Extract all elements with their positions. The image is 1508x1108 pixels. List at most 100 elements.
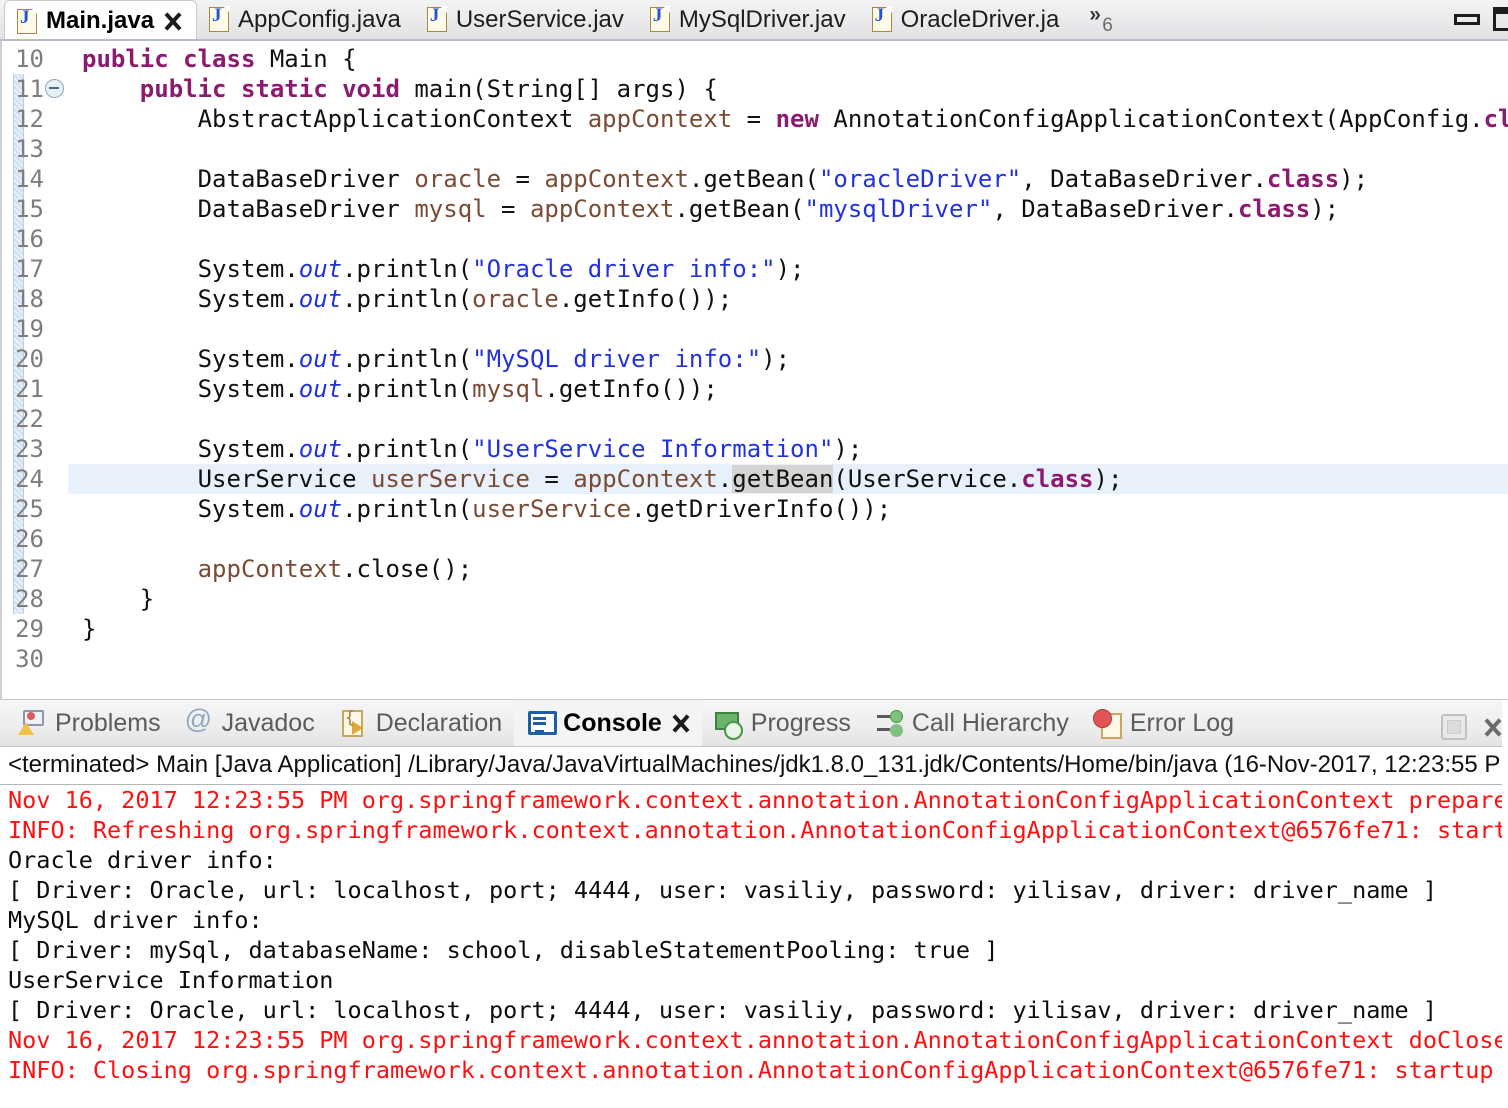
code-line[interactable] <box>68 644 1508 674</box>
line-number: 23 <box>15 434 44 464</box>
view-tab-close-icon[interactable] <box>671 714 690 733</box>
code-token: , DataBaseDriver. <box>1021 165 1267 193</box>
console-process-header: <terminated> Main [Java Application] /Li… <box>0 747 1508 785</box>
line-number: 10 <box>15 44 44 74</box>
code-token: = <box>501 165 544 193</box>
code-line[interactable]: UserService userService = appContext.get… <box>68 464 1508 494</box>
code-line[interactable]: System.out.println("UserService Informat… <box>68 434 1508 464</box>
restore-icon[interactable] <box>1441 714 1467 740</box>
view-tab-label: Console <box>563 711 662 736</box>
view-tab-progress[interactable]: Progress <box>702 700 863 746</box>
editor-tab-bar: Main.java AppConfig.java UserService.javMy… <box>0 0 1508 41</box>
code-token <box>82 555 198 583</box>
view-tab-error-log[interactable]: Error Log <box>1081 700 1246 746</box>
code-token: ); <box>761 345 790 373</box>
java-file-icon <box>17 9 37 34</box>
editor-tab-oracledriver-ja[interactable]: OracleDriver.ja <box>860 0 1074 39</box>
code-token: out <box>299 435 342 463</box>
code-token: oracle <box>472 285 559 313</box>
code-token: .println( <box>342 285 472 313</box>
view-tab-bar: Problems Javadoc Declaration Console Progres… <box>0 700 1508 747</box>
chevron-double-right-icon: » <box>1089 3 1101 27</box>
code-token: class <box>183 45 270 73</box>
editor-tab-label: OracleDriver.ja <box>901 6 1060 34</box>
line-number: 15 <box>15 194 44 224</box>
code-line[interactable]: } <box>68 614 1508 644</box>
code-token: System. <box>82 345 299 373</box>
code-line[interactable] <box>68 404 1508 434</box>
code-token: new <box>776 105 834 133</box>
code-token: .println( <box>342 375 472 403</box>
code-line[interactable]: System.out.println(userService.getDriver… <box>68 494 1508 524</box>
editor-tab-label: Main.java <box>46 7 154 35</box>
view-tab-console[interactable]: Console <box>514 700 702 746</box>
code-token: public <box>140 75 241 103</box>
code-line[interactable]: appContext.close(); <box>68 554 1508 584</box>
editor-tab-userservice-jav[interactable]: UserService.jav <box>415 0 638 39</box>
code-token: userService <box>472 495 631 523</box>
code-token: AnnotationConfigApplicationContext(AppCo… <box>833 105 1483 133</box>
view-tab-javadoc[interactable]: Javadoc <box>173 700 327 746</box>
editor-tab-main-java[interactable]: Main.java <box>4 0 197 41</box>
code-token: .getDriverInfo()); <box>631 495 891 523</box>
javadoc-icon <box>185 709 213 737</box>
minimize-icon[interactable] <box>1454 14 1480 25</box>
code-text-area[interactable]: public class Main { public static void m… <box>68 41 1508 699</box>
close-icon[interactable] <box>1483 718 1502 737</box>
view-tab-call-hierarchy[interactable]: Call Hierarchy <box>863 700 1081 746</box>
line-number: 28 <box>15 584 44 614</box>
code-line[interactable] <box>68 224 1508 254</box>
view-tab-label: Declaration <box>376 711 502 736</box>
error-log-icon <box>1093 709 1121 737</box>
line-number: 11 <box>15 74 44 104</box>
code-token: "MySQL driver info:" <box>472 345 761 373</box>
editor-gutter[interactable]: 1011121314151617181920212223242526272829… <box>0 41 68 699</box>
java-file-icon <box>650 7 670 32</box>
code-line[interactable]: } <box>68 584 1508 614</box>
code-line[interactable]: DataBaseDriver mysql = appContext.getBea… <box>68 194 1508 224</box>
editor-tab-appconfig-java[interactable]: AppConfig.java <box>197 0 415 39</box>
problems-icon <box>18 709 46 737</box>
code-line[interactable] <box>68 134 1508 164</box>
code-line[interactable]: DataBaseDriver oracle = appContext.getBe… <box>68 164 1508 194</box>
maximize-icon[interactable] <box>1493 7 1508 31</box>
code-token: "mysqlDriver" <box>805 195 993 223</box>
view-tab-problems[interactable]: Problems <box>6 700 173 746</box>
code-fold-collapse-icon[interactable] <box>45 79 64 98</box>
code-line[interactable] <box>68 524 1508 554</box>
code-line[interactable]: public static void main(String[] args) { <box>68 74 1508 104</box>
code-token: .println( <box>342 495 472 523</box>
code-token: out <box>299 375 342 403</box>
code-token: DataBaseDriver <box>82 195 414 223</box>
editor-window-controls <box>1454 7 1508 39</box>
line-number: 14 <box>15 164 44 194</box>
code-editor[interactable]: 1011121314151617181920212223242526272829… <box>0 41 1508 699</box>
code-token: .println( <box>342 255 472 283</box>
code-token: .getBean( <box>689 165 819 193</box>
console-line: MySQL driver info: <box>0 905 1508 935</box>
line-number: 18 <box>15 284 44 314</box>
code-line[interactable]: public class Main { <box>68 44 1508 74</box>
java-file-icon <box>872 7 892 32</box>
code-token: class <box>1484 105 1508 133</box>
editor-tab-label: AppConfig.java <box>238 6 401 34</box>
code-line[interactable]: AbstractApplicationContext appContext = … <box>68 104 1508 134</box>
console-line: [ Driver: mySql, databaseName: school, d… <box>0 935 1508 965</box>
code-token: static <box>241 75 342 103</box>
code-line[interactable]: System.out.println("Oracle driver info:"… <box>68 254 1508 284</box>
java-file-icon <box>209 7 229 32</box>
editor-tab-mysqldriver-jav[interactable]: MySqlDriver.jav <box>638 0 860 39</box>
code-line[interactable]: System.out.println(oracle.getInfo()); <box>68 284 1508 314</box>
code-token: ); <box>833 435 862 463</box>
view-tab-declaration[interactable]: Declaration <box>327 700 514 746</box>
console-output[interactable]: <terminated> Main [Java Application] /Li… <box>0 747 1508 1106</box>
code-token: appContext <box>573 465 718 493</box>
tab-overflow-chevron[interactable]: » 6 <box>1087 1 1129 39</box>
code-line[interactable] <box>68 314 1508 344</box>
code-line[interactable]: System.out.println("MySQL driver info:")… <box>68 344 1508 374</box>
editor-tab-close-icon[interactable] <box>163 12 182 31</box>
code-line[interactable]: System.out.println(mysql.getInfo()); <box>68 374 1508 404</box>
view-tab-label: Problems <box>55 711 161 736</box>
code-token: appContext <box>544 165 689 193</box>
code-token: (UserService. <box>833 465 1021 493</box>
